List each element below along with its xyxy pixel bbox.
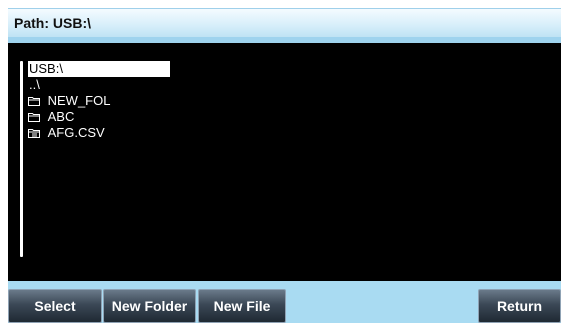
file-row-afg-csv[interactable]: AFG.CSV bbox=[28, 125, 170, 141]
file-icon bbox=[28, 129, 40, 138]
file-row-label: USB:\ bbox=[29, 61, 63, 76]
file-row-abc[interactable]: ABC bbox=[28, 109, 170, 125]
softkey-bar: Select New Folder New File Return bbox=[8, 281, 561, 323]
folder-icon bbox=[28, 97, 40, 106]
file-row-label: NEW_FOL bbox=[47, 93, 111, 108]
return-button[interactable]: Return bbox=[478, 289, 561, 323]
file-row-usb-root[interactable]: USB:\ bbox=[28, 61, 170, 77]
file-list-panel: USB:\ ..\ NEW_FOL ABC AFG.CSV bbox=[8, 43, 561, 281]
file-browser-screen: Path: USB:\ USB:\ ..\ NEW_FOL ABC AFG.CS… bbox=[0, 0, 561, 323]
path-bar: Path: USB:\ bbox=[8, 8, 561, 37]
list-scrollbar[interactable] bbox=[20, 61, 23, 257]
file-list: USB:\ ..\ NEW_FOL ABC AFG.CSV bbox=[28, 61, 170, 141]
new-folder-button[interactable]: New Folder bbox=[103, 289, 196, 323]
file-row-new-fol[interactable]: NEW_FOL bbox=[28, 93, 170, 109]
path-label: Path: USB:\ bbox=[14, 15, 91, 31]
file-row-label: AFG.CSV bbox=[47, 125, 105, 140]
file-row-label: ..\ bbox=[29, 77, 40, 92]
new-file-button[interactable]: New File bbox=[198, 289, 286, 323]
folder-icon bbox=[28, 113, 40, 122]
file-row-label: ABC bbox=[47, 109, 75, 124]
file-row-parent-dir[interactable]: ..\ bbox=[28, 77, 170, 93]
select-button[interactable]: Select bbox=[8, 289, 102, 323]
